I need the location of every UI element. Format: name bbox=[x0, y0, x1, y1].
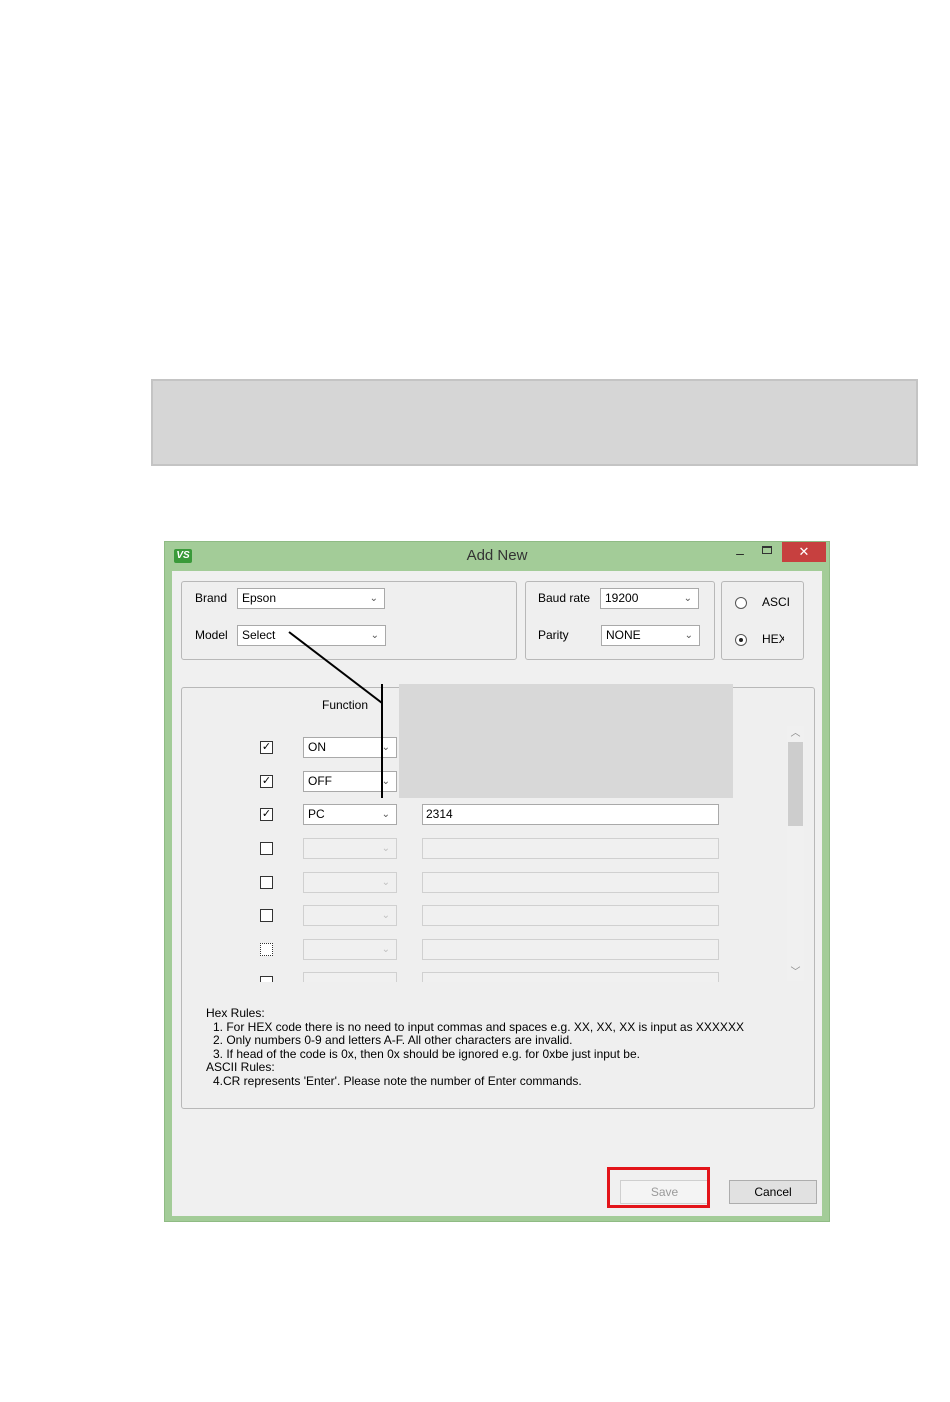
encoding-group: ASCI HEX bbox=[721, 581, 804, 660]
function-value: OFF bbox=[308, 774, 332, 788]
code-input[interactable] bbox=[422, 838, 719, 859]
ascii-label: ASCI bbox=[762, 595, 791, 609]
function-select[interactable]: ⌄ bbox=[303, 939, 397, 960]
function-select[interactable]: ⌄ bbox=[303, 838, 397, 859]
row-checkbox[interactable]: ✓ bbox=[260, 775, 273, 788]
hex-rules-title: Hex Rules: bbox=[206, 1006, 265, 1020]
model-select[interactable]: Select ⌄ bbox=[237, 625, 386, 646]
function-select[interactable]: ⌄ bbox=[303, 872, 397, 893]
chevron-up-icon[interactable]: ︿ bbox=[787, 726, 804, 742]
row-checkbox[interactable] bbox=[260, 909, 273, 922]
hex-radio[interactable] bbox=[735, 634, 747, 646]
row-checkbox[interactable] bbox=[260, 876, 273, 889]
baud-rate-select[interactable]: 19200 ⌄ bbox=[600, 588, 699, 609]
chevron-down-icon: ⌄ bbox=[381, 877, 390, 888]
brand-value: Epson bbox=[242, 591, 277, 605]
parity-select[interactable]: NONE ⌄ bbox=[601, 625, 700, 646]
close-button[interactable]: ✕ bbox=[782, 542, 826, 562]
save-highlight-box bbox=[607, 1167, 710, 1208]
chevron-down-icon: ⌄ bbox=[381, 843, 390, 854]
hex-rule-3: 3. If head of the code is 0x, then 0x sh… bbox=[213, 1046, 640, 1061]
minimize-button[interactable]: – bbox=[730, 544, 750, 564]
hex-label: HEX bbox=[762, 632, 784, 646]
brand-select[interactable]: Epson ⌄ bbox=[237, 588, 385, 609]
cancel-button[interactable]: Cancel bbox=[729, 1180, 817, 1204]
function-select[interactable]: ON ⌄ bbox=[303, 737, 397, 758]
chevron-down-icon: ⌄ bbox=[370, 630, 379, 641]
maximize-icon bbox=[762, 546, 772, 554]
serial-group: Baud rate 19200 ⌄ Parity NONE ⌄ bbox=[525, 581, 715, 660]
placeholder-box bbox=[151, 379, 918, 466]
add-new-dialog: VS Add New – ✕ Brand Epson ⌄ Model Select… bbox=[164, 541, 830, 1222]
chevron-down-icon: ⌄ bbox=[683, 593, 692, 604]
row-checkbox[interactable]: ✓ bbox=[260, 741, 273, 754]
title-bar[interactable]: VS Add New – ✕ bbox=[165, 542, 829, 570]
device-group: Brand Epson ⌄ Model Select ⌄ bbox=[181, 581, 517, 660]
ascii-rules-title: ASCII Rules: bbox=[206, 1060, 275, 1074]
hex-rule-2: 2. Only numbers 0-9 and letters A-F. All… bbox=[213, 1033, 573, 1047]
model-label: Model bbox=[195, 628, 228, 642]
function-header: Function bbox=[322, 698, 369, 712]
row-checkbox[interactable] bbox=[260, 943, 273, 956]
model-value: Select bbox=[242, 628, 276, 642]
code-input[interactable] bbox=[422, 972, 719, 982]
chevron-down-icon: ⌄ bbox=[684, 630, 693, 641]
ascii-rule-4: 4.CR represents 'Enter'. Please note the… bbox=[213, 1073, 582, 1088]
baud-rate-value: 19200 bbox=[605, 591, 639, 605]
rules-text: Hex Rules: 1. For HEX code there is no n… bbox=[206, 1006, 806, 1088]
chevron-down-icon[interactable]: ﹀ bbox=[787, 965, 804, 981]
function-select[interactable]: PC ⌄ bbox=[303, 804, 397, 825]
code-input[interactable] bbox=[422, 905, 719, 926]
function-scrollbar[interactable]: ︿ ﹀ bbox=[787, 726, 804, 981]
function-value: PC bbox=[308, 807, 325, 821]
row-checkbox[interactable] bbox=[260, 976, 273, 982]
brand-label: Brand bbox=[195, 591, 228, 605]
code-input[interactable]: 2314 bbox=[422, 804, 719, 825]
chevron-down-icon: ⌄ bbox=[381, 809, 390, 820]
scroll-thumb[interactable] bbox=[788, 742, 803, 826]
chevron-down-icon: ⌄ bbox=[381, 910, 390, 921]
function-select[interactable]: ⌄ bbox=[303, 972, 397, 982]
function-value: ON bbox=[308, 740, 326, 754]
maximize-button[interactable] bbox=[757, 542, 777, 562]
ascii-radio[interactable] bbox=[735, 597, 747, 609]
code-input[interactable] bbox=[422, 939, 719, 960]
baud-rate-label: Baud rate bbox=[538, 591, 591, 605]
function-select[interactable]: OFF ⌄ bbox=[303, 771, 397, 792]
chevron-down-icon: ⌄ bbox=[381, 742, 390, 753]
hex-rule-1: 1. For HEX code there is no need to inpu… bbox=[213, 1019, 744, 1034]
chevron-down-icon: ⌄ bbox=[382, 975, 390, 982]
parity-label: Parity bbox=[538, 628, 569, 642]
chevron-down-icon: ⌄ bbox=[381, 776, 390, 787]
code-input[interactable] bbox=[422, 872, 719, 893]
row-checkbox[interactable] bbox=[260, 842, 273, 855]
row-checkbox[interactable]: ✓ bbox=[260, 808, 273, 821]
chevron-down-icon: ⌄ bbox=[369, 593, 378, 604]
chevron-down-icon: ⌄ bbox=[381, 944, 390, 955]
function-select[interactable]: ⌄ bbox=[303, 905, 397, 926]
placeholder-box bbox=[399, 684, 733, 798]
parity-value: NONE bbox=[606, 628, 641, 642]
dialog-body: Brand Epson ⌄ Model Select ⌄ Baud rate 192… bbox=[172, 571, 822, 1216]
